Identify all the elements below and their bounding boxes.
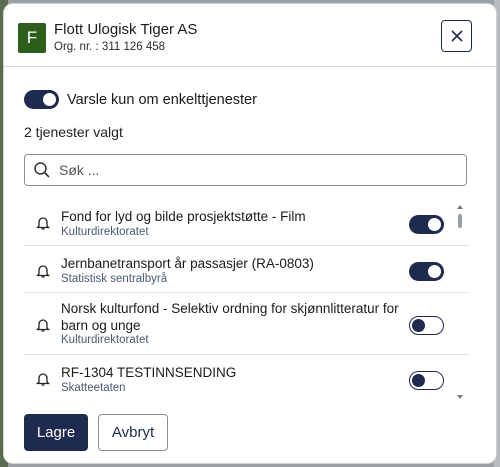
bell-icon bbox=[36, 217, 50, 230]
bell-icon bbox=[36, 373, 50, 386]
service-item: Fond for lyd og bilde prosjektstøtte - F… bbox=[24, 198, 469, 246]
service-item: RF-1304 TESTINNSENDING Skatteetaten bbox=[24, 355, 469, 398]
close-button[interactable] bbox=[441, 20, 472, 52]
service-title: Norsk kulturfond - Selektiv ordning for … bbox=[61, 301, 399, 333]
service-toggle[interactable] bbox=[409, 262, 444, 281]
list-scrollbar[interactable] bbox=[456, 204, 464, 400]
dialog-footer: Lagre Avbryt bbox=[24, 414, 168, 451]
toggle-knob bbox=[412, 373, 425, 387]
service-item: Jernbanetransport år passasjer (RA-0803)… bbox=[24, 246, 469, 293]
service-title: Fond for lyd og bilde prosjektstøtte - F… bbox=[61, 209, 306, 224]
service-owner: Statistisk sentralbyrå bbox=[61, 273, 168, 285]
bell-icon bbox=[36, 319, 50, 332]
single-services-toggle-row: Varsle kun om enkelttjenester bbox=[24, 90, 257, 109]
bell-icon bbox=[36, 265, 50, 278]
service-toggle[interactable] bbox=[409, 371, 444, 390]
single-services-toggle[interactable] bbox=[24, 90, 59, 109]
toggle-knob bbox=[428, 265, 441, 278]
save-button[interactable]: Lagre bbox=[24, 414, 88, 451]
service-owner: Skatteetaten bbox=[61, 382, 126, 394]
toggle-knob bbox=[43, 93, 56, 106]
service-title: Jernbanetransport år passasjer (RA-0803) bbox=[61, 256, 314, 271]
scroll-thumb[interactable] bbox=[458, 214, 462, 228]
selected-count: 2 tjenester valgt bbox=[24, 124, 123, 140]
service-item: Norsk kulturfond - Selektiv ordning for … bbox=[24, 293, 469, 355]
service-list: Fond for lyd og bilde prosjektstøtte - F… bbox=[24, 198, 469, 398]
org-avatar: F bbox=[18, 23, 46, 53]
service-owner: Kulturdirektoratet bbox=[61, 334, 149, 346]
close-icon bbox=[450, 30, 463, 42]
notification-settings-dialog: F Flott Ulogisk Tiger AS Org. nr. : 311 … bbox=[3, 3, 497, 464]
cancel-button[interactable]: Avbryt bbox=[98, 414, 168, 451]
org-number: Org. nr. : 311 126 458 bbox=[54, 41, 166, 53]
scroll-down-icon bbox=[457, 395, 463, 399]
service-title: RF-1304 TESTINNSENDING bbox=[61, 365, 237, 380]
toggle-knob bbox=[428, 218, 441, 231]
toggle-knob bbox=[412, 318, 425, 332]
search-icon bbox=[34, 162, 50, 178]
search-field[interactable] bbox=[24, 154, 467, 186]
dialog-header: F Flott Ulogisk Tiger AS Org. nr. : 311 … bbox=[4, 4, 496, 67]
service-toggle[interactable] bbox=[409, 215, 444, 234]
service-toggle[interactable] bbox=[409, 316, 444, 335]
org-name: Flott Ulogisk Tiger AS bbox=[54, 21, 198, 38]
scroll-up-icon bbox=[457, 205, 463, 209]
single-services-toggle-label: Varsle kun om enkelttjenester bbox=[67, 91, 257, 108]
service-owner: Kulturdirektoratet bbox=[61, 226, 149, 238]
search-input[interactable] bbox=[57, 161, 441, 179]
